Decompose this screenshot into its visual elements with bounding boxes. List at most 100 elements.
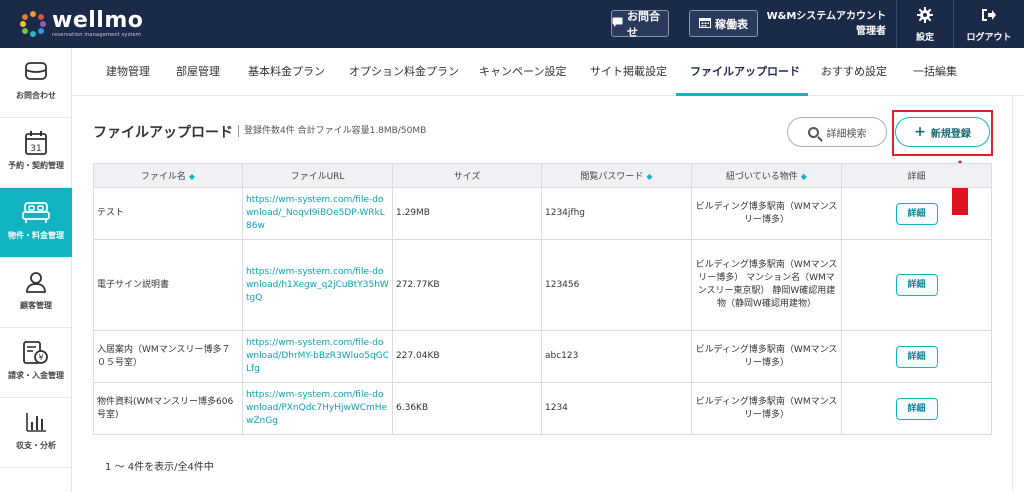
detail-cell: 詳細 bbox=[841, 330, 992, 383]
top-header: wellmo reservation management system お問合… bbox=[0, 0, 1024, 48]
sort-icon[interactable]: ◆ bbox=[801, 172, 807, 181]
tab-buildings[interactable]: 建物管理 bbox=[106, 48, 150, 96]
tab-site-listing-settings[interactable]: サイト掲載設定 bbox=[590, 48, 667, 96]
registration-summary: 登録件数4件 合計ファイル容量1.8MB/50MB bbox=[238, 125, 426, 137]
file-url-link[interactable]: https://wm-system.com/file-download/DhrM… bbox=[242, 330, 393, 383]
detail-button[interactable]: 詳細 bbox=[895, 202, 938, 225]
header-label: 詳細 bbox=[907, 172, 926, 182]
tab-bar: 建物管理 部屋管理 基本料金プラン オプション料金プラン キャンペーン設定 サイ… bbox=[73, 48, 1024, 96]
table-header-row: ファイル名 ◆ ファイルURL サイズ 閲覧パスワード ◆ 紐づいている物件 ◆ 詳細 bbox=[93, 163, 992, 188]
invoice-icon: ¥ bbox=[0, 340, 72, 366]
account-role: 管理者 bbox=[856, 26, 886, 37]
password-cell: 1234 bbox=[541, 382, 692, 435]
sidebar-item-billing[interactable]: ¥ 請求・入金管理 bbox=[0, 328, 72, 398]
file-size-cell: 6.36KB bbox=[392, 382, 542, 435]
header-label: ファイル名 bbox=[140, 172, 186, 182]
tab-bulk-edit[interactable]: 一括編集 bbox=[913, 48, 957, 96]
active-tab-indicator bbox=[676, 93, 808, 96]
column-header-size: サイズ bbox=[392, 163, 542, 188]
file-size-cell: 1.29MB bbox=[392, 187, 542, 240]
table-row: 物件資料(WMマンスリー博多606号室) https://wm-system.c… bbox=[93, 382, 992, 435]
tab-option-price-plans[interactable]: オプション料金プラン bbox=[349, 48, 459, 96]
sidebar: お問合わせ 31 予約・契約管理 物件・料金管理 顧客管理 ¥ 請求・入金管理 … bbox=[0, 48, 72, 492]
column-header-file-name[interactable]: ファイル名 ◆ bbox=[93, 163, 243, 188]
inquiry-label: お問合せ bbox=[627, 9, 660, 39]
detail-cell: 詳細 bbox=[841, 382, 992, 435]
file-url-link[interactable]: https://wm-system.com/file-download/_Noq… bbox=[242, 187, 393, 240]
file-url-link[interactable]: https://wm-system.com/file-download/h1Xe… bbox=[242, 239, 393, 331]
calendar-grid-icon bbox=[699, 17, 711, 31]
detail-button[interactable]: 詳細 bbox=[895, 274, 938, 296]
detail-button[interactable]: 詳細 bbox=[895, 397, 938, 420]
column-header-detail: 詳細 bbox=[841, 163, 992, 188]
logo-name: wellmo bbox=[52, 8, 144, 33]
header-label: 紐づいている物件 bbox=[726, 172, 798, 182]
detail-cell: 詳細 bbox=[841, 187, 992, 240]
advanced-search-button[interactable]: 詳細検索 bbox=[787, 117, 887, 147]
sidebar-item-analytics[interactable]: 収支・分析 bbox=[0, 398, 72, 468]
sidebar-item-reservations[interactable]: 31 予約・契約管理 bbox=[0, 118, 72, 188]
tab-recommendations[interactable]: おすすめ設定 bbox=[821, 48, 887, 96]
logout-label: ログアウト bbox=[966, 33, 1012, 43]
logout-icon bbox=[954, 7, 1024, 27]
file-table: ファイル名 ◆ ファイルURL サイズ 閲覧パスワード ◆ 紐づいている物件 ◆ 詳細… bbox=[93, 163, 992, 435]
logo-tagline: reservation management system bbox=[52, 32, 141, 38]
header-label: サイズ bbox=[453, 172, 481, 182]
tab-base-price-plans[interactable]: 基本料金プラン bbox=[248, 48, 325, 96]
wellmo-logo[interactable]: wellmo reservation management system bbox=[20, 10, 143, 38]
detail-cell: 詳細 bbox=[841, 239, 992, 331]
account-info[interactable]: W&Mシステムアカウント 管理者 bbox=[767, 9, 886, 39]
scrollbar-track[interactable] bbox=[1012, 96, 1013, 492]
password-cell: 123456 bbox=[541, 239, 692, 331]
linked-property-cell: ビルディング博多駅南（WMマンスリー博多） bbox=[691, 330, 842, 383]
linked-property-cell: ビルディング博多駅南（WMマンスリー博多） bbox=[691, 187, 842, 240]
linked-property-cell: ビルディング博多駅南（WMマンスリー博多） bbox=[691, 382, 842, 435]
settings-button[interactable]: 設定 bbox=[897, 0, 953, 48]
advanced-search-label: 詳細検索 bbox=[826, 128, 867, 140]
tab-file-upload[interactable]: ファイルアップロード bbox=[690, 48, 800, 96]
file-name-cell: 物件資料(WMマンスリー博多606号室) bbox=[93, 382, 243, 435]
file-name-cell: 入居案内（WMマンスリー博多７０５号室） bbox=[93, 330, 243, 383]
sort-icon[interactable]: ◆ bbox=[189, 172, 195, 181]
sidebar-item-label: 顧客管理 bbox=[20, 301, 52, 310]
sidebar-item-inquiries[interactable]: お問合わせ bbox=[0, 48, 72, 118]
account-name: W&Mシステムアカウント bbox=[766, 11, 886, 22]
file-size-cell: 272.77KB bbox=[392, 239, 542, 331]
linked-property-cell: ビルディング博多駅南（WMマンスリー博多） マンション名（WMマンスリー東京駅）… bbox=[691, 239, 842, 331]
column-header-file-url: ファイルURL bbox=[242, 163, 393, 188]
bed-icon bbox=[0, 200, 72, 226]
file-name-cell: テスト bbox=[93, 187, 243, 240]
sort-icon[interactable]: ◆ bbox=[646, 172, 652, 181]
table-row: テスト https://wm-system.com/file-download/… bbox=[93, 187, 992, 240]
schedule-button[interactable]: 稼働表 bbox=[689, 10, 758, 37]
settings-label: 設定 bbox=[915, 33, 934, 43]
detail-button[interactable]: 詳細 bbox=[895, 345, 938, 368]
header-label: 閲覧パスワード bbox=[580, 172, 644, 182]
logout-button[interactable]: ログアウト bbox=[954, 0, 1024, 48]
chat-icon bbox=[612, 17, 623, 30]
logo-dots-icon bbox=[20, 11, 46, 37]
password-cell: 1234jfhg bbox=[541, 187, 692, 240]
column-header-password[interactable]: 閲覧パスワード ◆ bbox=[541, 163, 692, 188]
sidebar-item-label: 物件・料金管理 bbox=[8, 231, 64, 240]
svg-text:¥: ¥ bbox=[38, 353, 43, 362]
tab-rooms[interactable]: 部屋管理 bbox=[176, 48, 220, 96]
tab-campaign-settings[interactable]: キャンペーン設定 bbox=[479, 48, 566, 96]
page-title: ファイルアップロード bbox=[93, 125, 233, 141]
file-name-cell: 電子サイン説明書 bbox=[93, 239, 243, 331]
gear-icon bbox=[897, 7, 953, 27]
password-cell: abc123 bbox=[541, 330, 692, 383]
sidebar-item-properties[interactable]: 物件・料金管理 bbox=[0, 188, 72, 258]
pagination-summary: 1 〜 4件を表示/全4件中 bbox=[105, 462, 214, 473]
table-row: 電子サイン説明書 https://wm-system.com/file-down… bbox=[93, 239, 992, 331]
schedule-label: 稼働表 bbox=[715, 17, 748, 31]
column-header-linked-property[interactable]: 紐づいている物件 ◆ bbox=[691, 163, 842, 188]
calendar-day: 31 bbox=[30, 144, 41, 154]
inquiry-button[interactable]: お問合せ bbox=[611, 9, 669, 39]
envelope-icon bbox=[0, 60, 72, 86]
file-size-cell: 227.04KB bbox=[392, 330, 542, 383]
file-url-link[interactable]: https://wm-system.com/file-download/PXnQ… bbox=[242, 382, 393, 435]
sidebar-item-label: 予約・契約管理 bbox=[8, 161, 64, 170]
sidebar-item-customers[interactable]: 顧客管理 bbox=[0, 258, 72, 328]
header-label: ファイルURL bbox=[290, 172, 345, 182]
